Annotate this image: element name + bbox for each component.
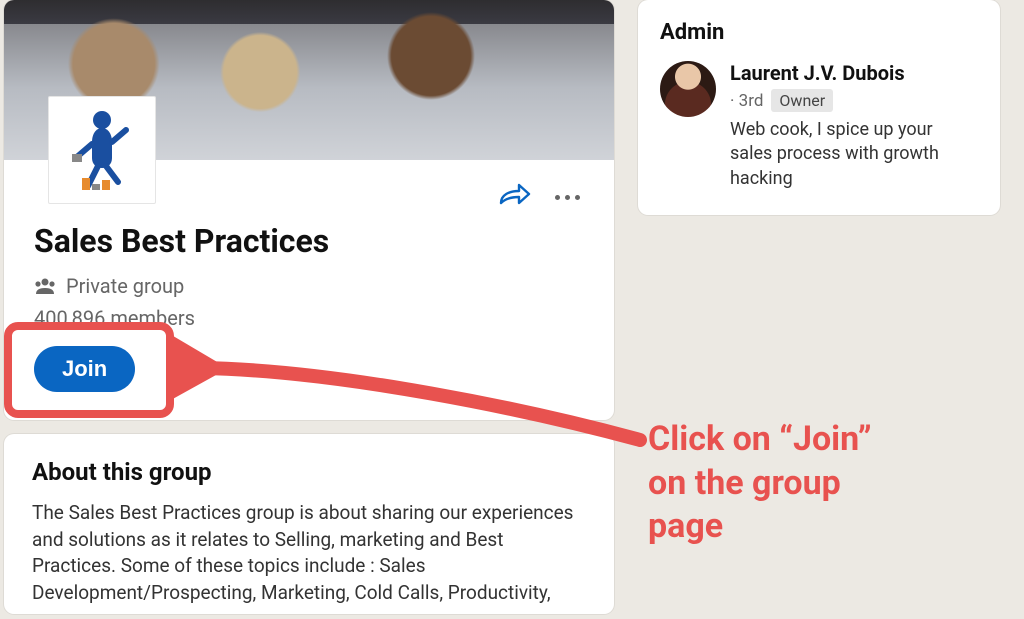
owner-badge: Owner (771, 89, 833, 112)
group-cover-image (4, 0, 614, 160)
group-privacy: Private group (34, 274, 584, 298)
about-body: The Sales Best Practices group is about … (32, 500, 586, 606)
admin-connection-degree: · 3rd (730, 91, 763, 111)
group-icon (34, 277, 56, 295)
admin-name[interactable]: Laurent J.V. Dubois (730, 61, 978, 85)
group-members-count: 400,896 members (34, 306, 584, 330)
about-card: About this group The Sales Best Practice… (4, 434, 614, 614)
group-logo (48, 96, 156, 204)
group-privacy-label: Private group (66, 274, 184, 298)
more-options-icon[interactable] (555, 195, 580, 200)
admin-heading: Admin (660, 20, 978, 45)
about-heading: About this group (32, 458, 586, 486)
admin-avatar[interactable] (660, 61, 716, 117)
admin-bio: Web cook, I spice up your sales process … (730, 118, 978, 191)
group-header-card: Sales Best Practices Private group 400,8… (4, 0, 614, 420)
share-icon[interactable] (497, 183, 531, 211)
admin-card: Admin Laurent J.V. Dubois · 3rd Owner We… (638, 0, 1000, 215)
group-title: Sales Best Practices (34, 222, 584, 260)
join-button[interactable]: Join (34, 346, 135, 392)
